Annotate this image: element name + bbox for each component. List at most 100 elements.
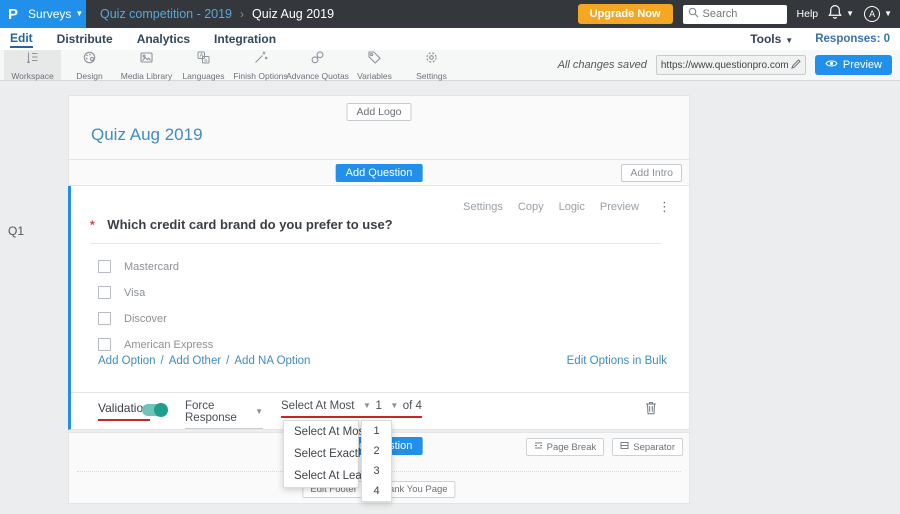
toolbar-item-languages[interactable]: Aa Languages bbox=[175, 50, 232, 81]
question-logic-link[interactable]: Logic bbox=[559, 201, 585, 213]
answer-option-row: Visa bbox=[98, 286, 145, 299]
notifications-menu[interactable]: ▼ bbox=[828, 4, 854, 24]
tools-menu[interactable]: Tools ▼ bbox=[750, 32, 793, 46]
page-break-button[interactable]: Page Break bbox=[525, 438, 605, 456]
surveys-menu[interactable]: P Surveys ▼ bbox=[0, 0, 86, 28]
menu-item-count-4[interactable]: 4 bbox=[362, 481, 391, 501]
toolbar-items: Workspace Design Media Library Aa Langua… bbox=[0, 50, 460, 81]
question-settings-link[interactable]: Settings bbox=[463, 201, 503, 213]
option-checkbox[interactable] bbox=[98, 312, 111, 325]
page-break-label: Page Break bbox=[546, 441, 597, 453]
responses-count[interactable]: Responses: 0 bbox=[815, 33, 890, 45]
rule-dropdown[interactable]: Select At Most bbox=[281, 400, 355, 412]
tab-edit[interactable]: Edit bbox=[10, 31, 33, 48]
avatar: A bbox=[864, 6, 881, 22]
option-checkbox[interactable] bbox=[98, 260, 111, 273]
bell-icon bbox=[828, 4, 842, 24]
breadcrumb-separator: › bbox=[240, 7, 245, 21]
option-label[interactable]: Discover bbox=[124, 313, 167, 325]
toolbar-item-label: Media Library bbox=[120, 70, 173, 81]
chevron-down-icon: ▼ bbox=[846, 9, 855, 18]
svg-text:A: A bbox=[200, 53, 204, 59]
question-block: Settings Copy Logic Preview ⋮ * Which cr… bbox=[68, 186, 690, 430]
nav-right-group: Tools ▼ Responses: 0 bbox=[750, 32, 900, 46]
chevron-down-icon: ▼ bbox=[363, 401, 371, 410]
survey-url-field[interactable]: https://www.questionpro.com/t/APNrFZ bbox=[655, 55, 806, 75]
top-bar: P Surveys ▼ Quiz competition - 2019 › Qu… bbox=[0, 0, 900, 28]
add-intro-button[interactable]: Add Intro bbox=[621, 164, 682, 182]
menu-item-select-at-least[interactable]: Select At Least bbox=[284, 465, 371, 487]
validation-toggle[interactable] bbox=[142, 403, 168, 417]
toolbar-item-advance-quotas[interactable]: Advance Quotas bbox=[286, 50, 349, 81]
option-label[interactable]: Mastercard bbox=[124, 261, 179, 273]
toolbar-item-settings[interactable]: Settings bbox=[403, 50, 460, 81]
add-other-link[interactable]: Add Other bbox=[169, 355, 221, 367]
section-nav: Edit Distribute Analytics Integration To… bbox=[0, 28, 900, 50]
questionpro-logo[interactable]: P bbox=[8, 6, 18, 23]
edit-options-bulk-link[interactable]: Edit Options in Bulk bbox=[567, 355, 667, 367]
option-checkbox[interactable] bbox=[98, 338, 111, 351]
menu-item-count-3[interactable]: 3 bbox=[362, 461, 391, 481]
variables-icon bbox=[367, 50, 382, 70]
question-actions: Settings Copy Logic Preview ⋮ bbox=[463, 199, 671, 215]
menu-item-select-exactly[interactable]: Select Exactly bbox=[284, 443, 366, 465]
add-question-strip: Add Question Add Intro bbox=[68, 160, 690, 186]
search-box[interactable] bbox=[682, 4, 787, 24]
count-dropdown[interactable]: 1 bbox=[375, 400, 381, 412]
add-na-option-link[interactable]: Add NA Option bbox=[234, 355, 310, 367]
toolbar-item-label: Variables bbox=[357, 70, 392, 81]
question-copy-link[interactable]: Copy bbox=[518, 201, 544, 213]
survey-title[interactable]: Quiz Aug 2019 bbox=[91, 125, 203, 145]
answer-option-row: Mastercard bbox=[98, 260, 179, 273]
question-text[interactable]: Which credit card brand do you prefer to… bbox=[107, 217, 392, 232]
help-link[interactable]: Help bbox=[797, 8, 819, 20]
chevron-down-icon: ▼ bbox=[255, 407, 263, 416]
link-separator: / bbox=[226, 355, 230, 367]
editor-toolbar: Workspace Design Media Library Aa Langua… bbox=[0, 50, 900, 81]
question-text-row[interactable]: * Which credit card brand do you prefer … bbox=[90, 217, 393, 232]
question-divider bbox=[90, 243, 661, 244]
option-checkbox[interactable] bbox=[98, 286, 111, 299]
menu-item-count-2[interactable]: 2 bbox=[362, 441, 391, 461]
nav-items: Edit Distribute Analytics Integration bbox=[0, 31, 276, 48]
toolbar-item-label: Advance Quotas bbox=[286, 70, 349, 81]
add-question-button[interactable]: Add Question bbox=[335, 164, 423, 182]
validation-count-menu: 1 2 3 4 bbox=[361, 420, 392, 502]
validation-rule-controls: Select At Most ▼ 1 ▼ of 4 bbox=[281, 400, 422, 418]
survey-url-value: https://www.questionpro.com/t/APNrFZ bbox=[660, 59, 788, 71]
question-preview-link[interactable]: Preview bbox=[600, 201, 639, 213]
workspace-icon bbox=[25, 50, 40, 70]
toolbar-item-variables[interactable]: Variables bbox=[346, 50, 403, 81]
breadcrumb-parent-link[interactable]: Quiz competition - 2019 bbox=[100, 7, 232, 21]
answer-option-row: Discover bbox=[98, 312, 167, 325]
upgrade-now-button[interactable]: Upgrade Now bbox=[577, 4, 673, 24]
tab-distribute[interactable]: Distribute bbox=[57, 32, 113, 46]
option-label[interactable]: American Express bbox=[124, 339, 213, 351]
more-options-icon[interactable]: ⋮ bbox=[658, 199, 671, 215]
option-label[interactable]: Visa bbox=[124, 287, 145, 299]
tab-analytics[interactable]: Analytics bbox=[137, 32, 190, 46]
account-menu[interactable]: A ▼ bbox=[864, 6, 892, 22]
edit-pencil-icon[interactable] bbox=[791, 56, 801, 74]
force-response-dropdown[interactable]: Force Response ▼ bbox=[185, 400, 263, 429]
search-input[interactable] bbox=[702, 8, 783, 20]
menu-item-count-1[interactable]: 1 bbox=[362, 421, 391, 441]
page-tools: Page Break Separator bbox=[525, 438, 683, 456]
add-logo-button[interactable]: Add Logo bbox=[346, 103, 412, 121]
separator-label: Separator bbox=[633, 441, 675, 453]
toolbar-item-workspace[interactable]: Workspace bbox=[4, 50, 61, 81]
toolbar-item-finish-options[interactable]: Finish Options bbox=[232, 50, 289, 81]
preview-button-label: Preview bbox=[842, 59, 882, 71]
link-separator: / bbox=[160, 355, 164, 367]
toolbar-item-media-library[interactable]: Media Library bbox=[118, 50, 175, 81]
search-icon bbox=[688, 5, 699, 23]
delete-question-icon[interactable] bbox=[645, 401, 657, 420]
add-option-link[interactable]: Add Option bbox=[98, 355, 156, 367]
tab-integration[interactable]: Integration bbox=[214, 32, 276, 46]
separator-button[interactable]: Separator bbox=[612, 438, 683, 456]
toolbar-item-design[interactable]: Design bbox=[61, 50, 118, 81]
menu-item-select-at-most[interactable]: Select At Most bbox=[284, 421, 368, 443]
preview-button[interactable]: Preview bbox=[814, 55, 892, 75]
required-asterisk: * bbox=[90, 218, 95, 232]
topbar-right-group: Upgrade Now Help ▼ A ▼ bbox=[577, 4, 900, 24]
